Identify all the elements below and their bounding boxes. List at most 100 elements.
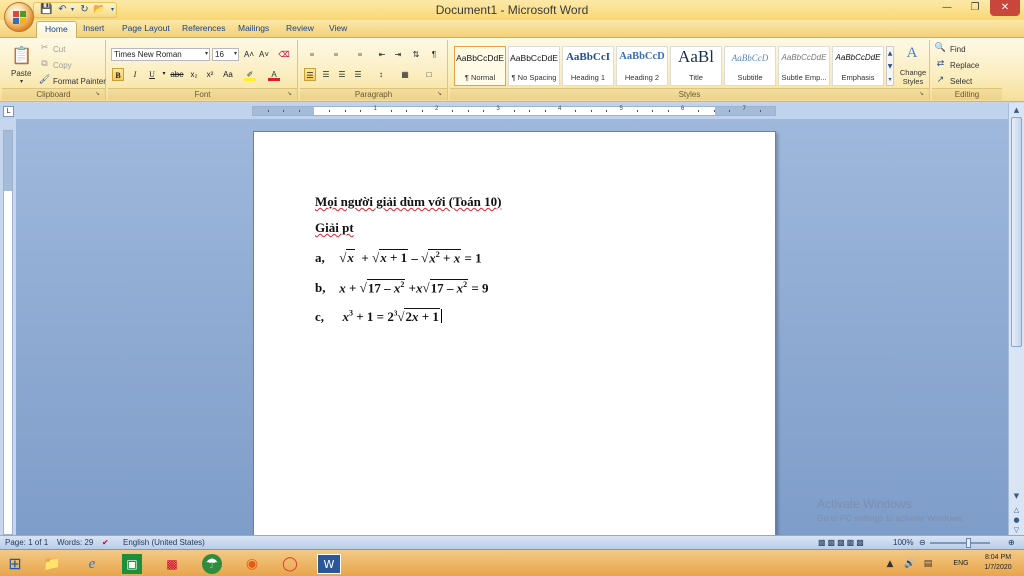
tab-page-layout[interactable]: Page Layout — [122, 23, 170, 33]
style-heading-1[interactable]: AaBbCcI Heading 1 — [562, 46, 614, 86]
bold-button[interactable]: B — [112, 68, 124, 81]
subscript-button[interactable]: x₂ — [188, 68, 200, 81]
store-icon[interactable]: ▣ — [122, 554, 142, 574]
sort-icon[interactable]: ⇅ — [410, 48, 422, 61]
select-button[interactable]: Select — [950, 77, 972, 86]
underline-button[interactable]: U — [146, 68, 158, 81]
change-case-button[interactable]: Aa — [220, 68, 236, 81]
italic-button[interactable]: I — [129, 68, 141, 81]
vertical-scrollbar[interactable]: ▲ ▼ △ ● ▽ — [1008, 103, 1024, 535]
cut-button[interactable]: Cut — [53, 45, 65, 54]
align-left-icon[interactable]: ☰ — [304, 68, 316, 81]
word-taskbar-icon[interactable]: W — [317, 554, 341, 574]
align-center-icon[interactable]: ☰ — [320, 68, 332, 81]
clipboard-launcher-icon[interactable]: ↘ — [95, 90, 103, 98]
grow-font-button[interactable]: A˄ — [243, 48, 255, 61]
office-button[interactable] — [4, 2, 34, 32]
paste-icon[interactable]: 📋 — [11, 45, 32, 67]
chrome-icon[interactable]: ◯ — [280, 554, 300, 574]
horizontal-ruler[interactable]: 1 2 3 4 5 6 7 — [252, 106, 776, 116]
font-name-dropdown-icon[interactable]: ▾ — [205, 49, 208, 60]
bullets-icon[interactable]: ≡ — [304, 48, 320, 61]
show-marks-button[interactable]: ¶ — [428, 48, 440, 61]
scroll-thumb[interactable] — [1011, 117, 1022, 347]
align-right-icon[interactable]: ☰ — [336, 68, 348, 81]
internet-explorer-icon[interactable]: e — [82, 554, 102, 574]
app-green-icon[interactable]: ☂ — [202, 554, 222, 574]
equation-a[interactable]: a, √x + √x + 1 – √x2 + x = 1 — [315, 249, 482, 266]
word-count[interactable]: Words: 29 — [57, 538, 93, 547]
file-explorer-icon[interactable]: 📁 — [42, 554, 62, 574]
equation-b[interactable]: b, x + √17 – x2 +x√17 – x2 = 9 — [315, 279, 489, 296]
replace-button[interactable]: Replace — [950, 61, 979, 70]
shading-icon[interactable]: ▦ — [396, 68, 414, 81]
shrink-font-button[interactable]: A˅ — [258, 48, 270, 61]
zoom-level[interactable]: 100% — [893, 538, 913, 547]
strikethrough-button[interactable]: abe — [168, 68, 186, 81]
font-size-box[interactable]: 16 ▾ — [212, 48, 239, 61]
app-icon[interactable]: ▩ — [162, 554, 182, 574]
style-subtle-emphasis[interactable]: AaBbCcDdE Subtle Emp... — [778, 46, 830, 86]
proofing-icon[interactable]: ✔ — [102, 538, 109, 547]
document-subheading[interactable]: Giải pt — [315, 220, 354, 236]
numbering-icon[interactable]: ≡ — [328, 48, 344, 61]
styles-scroll-icon[interactable]: ▲ ▼ ▾ — [886, 46, 894, 86]
network-icon[interactable]: ▤ — [918, 554, 938, 574]
increase-indent-icon[interactable]: ⇥ — [392, 48, 404, 61]
previous-page-icon[interactable]: △ — [1011, 505, 1022, 515]
font-size-dropdown-icon[interactable]: ▾ — [234, 49, 237, 60]
close-button[interactable]: ✕ — [990, 0, 1020, 16]
style-title[interactable]: AaBl Title — [670, 46, 722, 86]
scroll-down-icon[interactable]: ▼ — [1011, 491, 1022, 501]
style-subtitle[interactable]: AaBbCcD Subtitle — [724, 46, 776, 86]
line-spacing-icon[interactable]: ↕ — [372, 68, 390, 81]
select-browse-object-icon[interactable]: ● — [1011, 515, 1022, 525]
format-painter-button[interactable]: Format Painter — [53, 77, 106, 86]
tab-home[interactable]: Home — [36, 21, 77, 39]
tab-view[interactable]: View — [329, 23, 347, 33]
input-language[interactable]: ENG — [948, 554, 974, 574]
page-count[interactable]: Page: 1 of 1 — [5, 538, 48, 547]
font-color-icon[interactable]: A — [268, 68, 280, 81]
style-heading-2[interactable]: AaBbCcD Heading 2 — [616, 46, 668, 86]
decrease-indent-icon[interactable]: ⇤ — [376, 48, 388, 61]
font-name-box[interactable]: Times New Roman ▾ — [111, 48, 210, 61]
document-heading[interactable]: Mọi người giải dùm với (Toán 10) — [315, 194, 501, 210]
copy-button[interactable]: Copy — [53, 61, 72, 70]
style-emphasis[interactable]: AaBbCcDdE Emphasis — [832, 46, 884, 86]
tab-insert[interactable]: Insert — [83, 23, 104, 33]
paste-button[interactable]: Paste — [11, 69, 31, 78]
zoom-slider[interactable] — [930, 542, 990, 544]
document-page[interactable]: Mọi người giải dùm với (Toán 10) Giải pt… — [253, 131, 776, 551]
minimize-button[interactable]: — — [934, 0, 960, 16]
tab-references[interactable]: References — [182, 23, 225, 33]
windows-start-icon[interactable]: ⊞ — [5, 554, 25, 574]
zoom-slider-knob[interactable] — [966, 538, 971, 548]
style-no-spacing[interactable]: AaBbCcDdE ¶ No Spacing — [508, 46, 560, 86]
tray-icons[interactable]: ▲ — [880, 554, 900, 574]
find-button[interactable]: Find — [950, 45, 966, 54]
tab-selector-button[interactable]: L — [3, 106, 14, 117]
vertical-ruler[interactable] — [3, 130, 13, 535]
clock[interactable]: 8:04 PM 1/7/2020 — [978, 553, 1018, 573]
tab-review[interactable]: Review — [286, 23, 314, 33]
firefox-icon[interactable]: ◉ — [242, 554, 262, 574]
tab-mailings[interactable]: Mailings — [238, 23, 269, 33]
multilevel-list-icon[interactable]: ≡ — [352, 48, 368, 61]
borders-icon[interactable]: □ — [420, 68, 438, 81]
paragraph-launcher-icon[interactable]: ↘ — [437, 90, 445, 98]
superscript-button[interactable]: x² — [204, 68, 216, 81]
scroll-up-icon[interactable]: ▲ — [1011, 105, 1022, 115]
paste-dropdown-icon[interactable]: ▾ — [20, 78, 23, 85]
next-page-icon[interactable]: ▽ — [1011, 525, 1022, 535]
zoom-in-icon[interactable]: ⊕ — [1008, 538, 1015, 547]
equation-c[interactable]: c, x3 + 1 = 23√2x + 1 — [315, 308, 442, 325]
change-styles-button[interactable]: Change Styles — [899, 68, 927, 86]
justify-icon[interactable]: ☰ — [352, 68, 364, 81]
view-buttons-icon[interactable]: ▩▩▩▩▩ — [818, 538, 866, 547]
highlight-icon[interactable]: ✐ — [244, 68, 256, 81]
font-launcher-icon[interactable]: ↘ — [287, 90, 295, 98]
styles-launcher-icon[interactable]: ↘ — [919, 90, 927, 98]
language-status[interactable]: English (United States) — [123, 538, 205, 547]
restore-button[interactable]: ❐ — [962, 0, 988, 16]
